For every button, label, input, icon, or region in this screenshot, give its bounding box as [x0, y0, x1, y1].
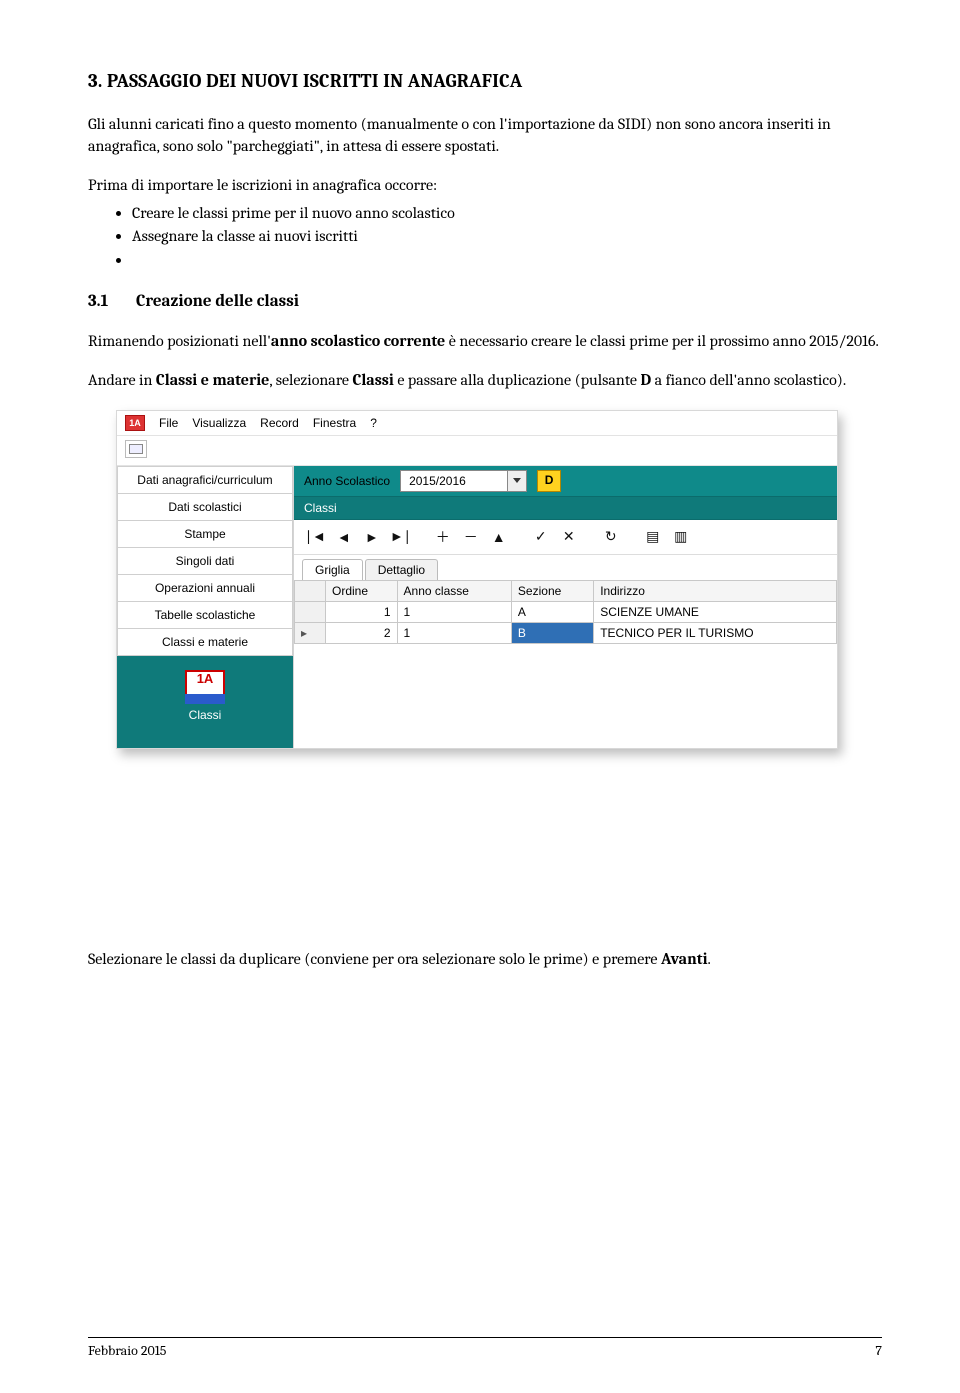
anno-scolastico-label: Anno Scolastico [304, 474, 390, 488]
footer-page: 7 [875, 1342, 882, 1359]
subsection-title: Creazione delle classi [136, 292, 299, 311]
cell-anno: 1 [397, 622, 511, 643]
app-main: Anno Scolastico 2015/2016 D Classi ∣◄ ◄ … [294, 466, 837, 748]
tab-dettaglio[interactable]: Dettaglio [365, 559, 438, 580]
extra-button-1-icon[interactable]: ▤ [642, 526, 664, 548]
col-marker [295, 580, 326, 601]
nav-next-icon[interactable]: ► [361, 526, 383, 548]
anno-scolastico-select[interactable]: 2015/2016 [400, 470, 527, 492]
sidebar-item-classi[interactable]: Classi e materie [117, 629, 293, 656]
app-menubar: 1A File Visualizza Record Finestra ? [117, 411, 837, 436]
col-indirizzo: Indirizzo [594, 580, 837, 601]
section-bar-label: Classi [304, 501, 337, 515]
window-mode-icon[interactable] [125, 440, 147, 458]
menu-file[interactable]: File [159, 416, 178, 430]
edit-icon[interactable]: ▲ [488, 526, 510, 548]
bullet-list: Creare le classi prime per il nuovo anno… [88, 203, 882, 272]
sidebar-item-anagrafici[interactable]: Dati anagrafici/curriculum [117, 466, 293, 494]
section-heading: 3. PASSAGGIO DEI NUOVI ISCRITTI IN ANAGR… [88, 70, 882, 92]
menu-visualizza[interactable]: Visualizza [192, 416, 246, 430]
table-row[interactable]: ▸ 2 1 B TECNICO PER IL TURISMO [295, 622, 837, 643]
col-ordine: Ordine [326, 580, 398, 601]
add-icon[interactable]: ＋ [432, 526, 454, 548]
anno-scolastico-row: Anno Scolastico 2015/2016 D [294, 466, 837, 497]
classi-caption: Classi [117, 708, 293, 722]
tab-griglia[interactable]: Griglia [302, 559, 363, 580]
extra-button-2-icon[interactable]: ▥ [670, 526, 692, 548]
confirm-icon[interactable]: ✓ [530, 526, 552, 548]
refresh-icon[interactable]: ↻ [600, 526, 622, 548]
classi-table[interactable]: Ordine Anno classe Sezione Indirizzo 1 1… [294, 580, 837, 644]
nav-last-icon[interactable]: ►∣ [389, 526, 412, 548]
app-screenshot: 1A File Visualizza Record Finestra ? Dat… [116, 410, 838, 749]
record-toolbar: ∣◄ ◄ ► ►∣ ＋ － ▲ ✓ ✕ ↻ ▤ ▥ [294, 520, 837, 555]
cancel-icon[interactable]: ✕ [558, 526, 580, 548]
app-sidebar: Dati anagrafici/curriculum Dati scolasti… [117, 466, 294, 748]
cell-ordine: 2 [326, 622, 398, 643]
table-header-row: Ordine Anno classe Sezione Indirizzo [295, 580, 837, 601]
cell-indirizzo: SCIENZE UMANE [594, 601, 837, 622]
row-marker: ▸ [295, 622, 326, 643]
app-logo-icon: 1A [125, 415, 145, 431]
classi-icon[interactable]: 1A [185, 670, 225, 704]
chevron-down-icon[interactable] [507, 471, 526, 491]
nav-first-icon[interactable]: ∣◄ [304, 526, 327, 548]
cell-indirizzo: TECNICO PER IL TURISMO [594, 622, 837, 643]
col-sezione: Sezione [511, 580, 593, 601]
duplicate-button[interactable]: D [537, 470, 561, 492]
subsection-heading: 3.1 Creazione delle classi [88, 292, 882, 311]
menu-help[interactable]: ? [370, 416, 377, 430]
subsection-number: 3.1 [88, 292, 116, 311]
section-bar: Classi [294, 497, 837, 520]
sidebar-lower-panel: 1A Classi [117, 656, 293, 748]
menu-record[interactable]: Record [260, 416, 299, 430]
sidebar-item-scolastici[interactable]: Dati scolastici [117, 494, 293, 521]
bullet-item: Creare le classi prime per il nuovo anno… [132, 203, 882, 225]
footer-left: Febbraio 2015 [88, 1342, 166, 1359]
paragraph-3: Rimanendo posizionati nell'anno scolasti… [88, 331, 882, 353]
paragraph-2-intro: Prima di importare le iscrizioni in anag… [88, 175, 882, 197]
sidebar-item-singoli[interactable]: Singoli dati [117, 548, 293, 575]
paragraph-4: Andare in Classi e materie, selezionare … [88, 370, 882, 392]
table-row[interactable]: 1 1 A SCIENZE UMANE [295, 601, 837, 622]
section-number: 3. [88, 70, 102, 92]
paragraph-5: Selezionare le classi da duplicare (conv… [88, 949, 882, 971]
nav-prev-icon[interactable]: ◄ [333, 526, 355, 548]
page-footer: Febbraio 2015 7 [88, 1337, 882, 1359]
menu-finestra[interactable]: Finestra [313, 416, 356, 430]
sidebar-item-operazioni[interactable]: Operazioni annuali [117, 575, 293, 602]
paragraph-1: Gli alunni caricati fino a questo moment… [88, 114, 882, 157]
bullet-item: Assegnare la classe ai nuovi iscritti [132, 226, 882, 248]
sidebar-item-tabelle[interactable]: Tabelle scolastiche [117, 602, 293, 629]
view-tabs: Griglia Dettaglio [294, 555, 837, 580]
cell-ordine: 1 [326, 601, 398, 622]
remove-icon[interactable]: － [460, 526, 482, 548]
row-marker [295, 601, 326, 622]
cell-sezione: B [511, 622, 593, 643]
sidebar-item-stampe[interactable]: Stampe [117, 521, 293, 548]
section-title-text: PASSAGGIO DEI NUOVI ISCRITTI IN ANAGRAFI… [107, 70, 523, 92]
cell-anno: 1 [397, 601, 511, 622]
anno-scolastico-value: 2015/2016 [401, 474, 507, 488]
app-sub-toolbar [117, 436, 837, 466]
col-anno: Anno classe [397, 580, 511, 601]
cell-sezione: A [511, 601, 593, 622]
bullet-item [132, 250, 882, 272]
